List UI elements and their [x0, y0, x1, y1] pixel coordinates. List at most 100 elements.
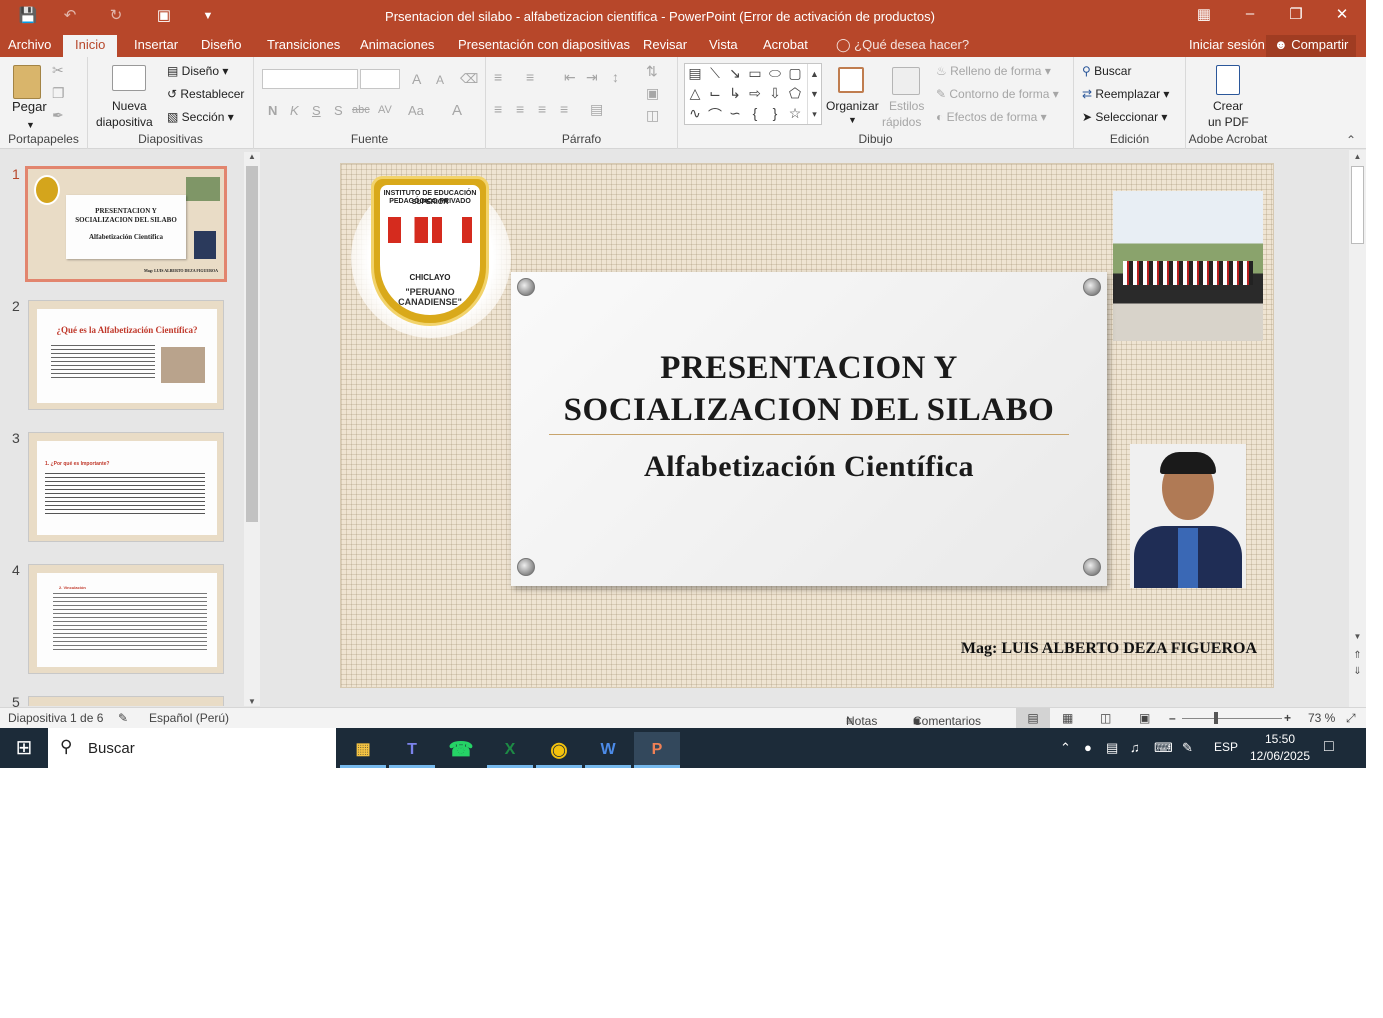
slide-thumbnail-1[interactable]: PRESENTACION Y SOCIALIZACION DEL SILABO … — [25, 166, 227, 282]
shape-fill-button[interactable]: ♨ Relleno de forma ▾ — [936, 64, 1051, 78]
language-tray[interactable]: ESP — [1214, 740, 1238, 754]
tab-inicio[interactable]: Inicio — [63, 35, 118, 57]
volume-icon[interactable]: ♫ — [1130, 740, 1140, 755]
slide-author[interactable]: Mag: LUIS ALBERTO DEZA FIGUEROA — [961, 640, 1257, 658]
pdf-icon[interactable] — [1216, 65, 1240, 95]
quick-styles-label-1[interactable]: Estilos — [889, 99, 924, 113]
taskbar-search-box[interactable]: ⚲ Buscar — [48, 728, 336, 768]
textbox-shape-icon[interactable]: ▤ — [685, 65, 705, 82]
scroll-thumb[interactable] — [246, 166, 258, 522]
tab-revisar[interactable]: Revisar — [643, 37, 687, 57]
windows-start-icon[interactable]: ⊞ — [0, 728, 48, 768]
grow-font-icon[interactable]: A — [412, 71, 421, 87]
notifications-icon[interactable]: □ — [1324, 738, 1334, 756]
collapse-ribbon-icon[interactable]: ⌃ — [1346, 133, 1356, 147]
slide-thumbnail-2[interactable]: ¿Qué es la Alfabetización Científica? — [28, 300, 224, 410]
scroll-down-icon[interactable]: ▼ — [1349, 632, 1366, 641]
normal-view-icon[interactable]: ▤ — [1016, 708, 1050, 728]
shape-outline-button[interactable]: ✎ Contorno de forma ▾ — [936, 87, 1059, 101]
elbow-shape-icon[interactable]: ⌙ — [705, 85, 725, 102]
spacing-button[interactable]: AV — [378, 104, 392, 116]
slide-title-line1[interactable]: PRESENTACION Y — [511, 350, 1107, 387]
replace-button[interactable]: ⇄ Reemplazar ▾ — [1082, 87, 1169, 101]
format-painter-icon[interactable]: ✒ — [52, 107, 64, 124]
line-spacing-icon[interactable]: ↕ — [612, 69, 619, 85]
tray-overflow-icon[interactable]: ⌃ — [1060, 740, 1071, 756]
text-direction-icon[interactable]: ⇅ — [646, 63, 658, 80]
cut-icon[interactable]: ✂ — [52, 62, 64, 79]
whatsapp-icon[interactable]: ☎ — [438, 732, 484, 768]
thumbnails-scrollbar[interactable]: ▲ ▼ — [244, 152, 260, 706]
quick-styles-label-2[interactable]: rápidos — [882, 115, 921, 129]
tab-acrobat[interactable]: Acrobat — [763, 37, 808, 57]
chrome-icon[interactable]: ◉ — [536, 732, 582, 768]
justify-icon[interactable]: ≡ — [560, 101, 568, 117]
keyboard-icon[interactable]: ⌨ — [1154, 740, 1173, 756]
slide-thumbnail-3[interactable]: 1. ¿Por qué es Importante? — [28, 432, 224, 542]
curve-shape-icon[interactable]: ∿ — [685, 105, 705, 122]
bullets-icon[interactable]: ≡ — [494, 69, 502, 85]
new-slide-label-2[interactable]: diapositiva — [96, 115, 153, 129]
shape-effects-button[interactable]: ◐ Efectos de forma ▾ — [936, 110, 1047, 124]
powerpoint-icon[interactable]: P — [634, 732, 680, 768]
font-name-input[interactable] — [262, 69, 358, 89]
rounded-rect-shape-icon[interactable]: ▢ — [785, 65, 805, 82]
shapes-gallery[interactable]: ▤ ⟍ ↘ ▭ ⬭ ▢ △ ⌙ ↳ ⇨ ⇩ ⬠ ∿ ⌒ ∽ { } ☆ ▲ ▼ ▾ — [684, 63, 822, 125]
sorter-view-icon[interactable]: ▦ — [1062, 711, 1073, 725]
new-slide-label-1[interactable]: Nueva — [112, 99, 147, 113]
layout-button[interactable]: ▤ Diseño ▾ — [167, 64, 228, 78]
tab-animaciones[interactable]: Animaciones — [360, 37, 434, 57]
tab-transiciones[interactable]: Transiciones — [267, 37, 340, 57]
increase-indent-icon[interactable]: ⇥ — [586, 69, 598, 86]
zoom-slider[interactable] — [1182, 718, 1282, 719]
select-button[interactable]: ➤ Seleccionar ▾ — [1082, 110, 1167, 124]
align-center-icon[interactable]: ≡ — [516, 101, 524, 117]
find-button[interactable]: ⚲ Buscar — [1082, 64, 1131, 78]
zoom-out-icon[interactable]: – — [1169, 711, 1176, 725]
zoom-level[interactable]: 73 % — [1308, 711, 1335, 725]
arrow-line-shape-icon[interactable]: ↘ — [725, 65, 745, 82]
new-slide-icon[interactable] — [112, 65, 146, 91]
reset-button[interactable]: ↺ Restablecer — [167, 87, 244, 101]
zoom-in-icon[interactable]: + — [1284, 711, 1291, 725]
create-pdf-label-2[interactable]: un PDF — [1208, 115, 1249, 129]
pen-icon[interactable]: ✎ — [1182, 740, 1193, 756]
triangle-shape-icon[interactable]: △ — [685, 85, 705, 102]
right-arrow-shape-icon[interactable]: ⇨ — [745, 85, 765, 102]
bold-button[interactable]: N — [268, 103, 277, 118]
fit-slide-icon[interactable]: ⤢ — [1346, 711, 1356, 726]
arc-shape-icon[interactable]: ⌒ — [705, 105, 725, 125]
clock-time[interactable]: 15:50 — [1250, 732, 1310, 746]
redo-icon[interactable]: ↻ — [104, 6, 128, 26]
slide-canvas[interactable]: INSTITUTO DE EDUCACIÓN SUPERIOR PEDAGÓGI… — [340, 163, 1274, 688]
paste-button[interactable]: Pegar — [12, 99, 47, 114]
font-size-input[interactable] — [360, 69, 400, 89]
align-right-icon[interactable]: ≡ — [538, 101, 546, 117]
shadow-button[interactable]: S — [334, 103, 343, 118]
columns-icon[interactable]: ▤ — [590, 101, 603, 118]
star-shape-icon[interactable]: ☆ — [785, 105, 805, 122]
teams-icon[interactable]: T — [389, 732, 435, 768]
ribbon-display-icon[interactable]: ▦ — [1184, 5, 1224, 23]
excel-icon[interactable]: X — [487, 732, 533, 768]
paste-icon[interactable] — [13, 65, 41, 99]
slide-title-line2[interactable]: SOCIALIZACION DEL SILABO — [511, 392, 1107, 429]
smartart-icon[interactable]: ◫ — [646, 107, 659, 124]
undo-icon[interactable]: ↶ — [58, 6, 82, 26]
spellcheck-icon[interactable]: ✎ — [118, 711, 128, 725]
prev-slide-icon[interactable]: ⇑ — [1349, 650, 1366, 661]
reading-view-icon[interactable]: ◫ — [1100, 711, 1111, 725]
minimize-icon[interactable]: – — [1230, 5, 1270, 22]
clear-format-icon[interactable]: ⌫ — [460, 71, 478, 87]
share-button[interactable]: ☻ Compartir — [1266, 35, 1357, 57]
save-icon[interactable]: 💾 — [16, 6, 40, 26]
left-brace-shape-icon[interactable]: { — [745, 105, 765, 121]
scroll-up-icon[interactable]: ▲ — [1349, 152, 1366, 161]
zoom-slider-thumb[interactable] — [1214, 712, 1218, 724]
numbering-icon[interactable]: ≡ — [526, 69, 534, 85]
language-indicator[interactable]: Español (Perú) — [149, 711, 229, 725]
scroll-thumb[interactable] — [1351, 166, 1364, 244]
align-left-icon[interactable]: ≡ — [494, 101, 502, 117]
elbow-arrow-shape-icon[interactable]: ↳ — [725, 85, 745, 102]
file-explorer-icon[interactable]: ▦ — [340, 732, 386, 768]
